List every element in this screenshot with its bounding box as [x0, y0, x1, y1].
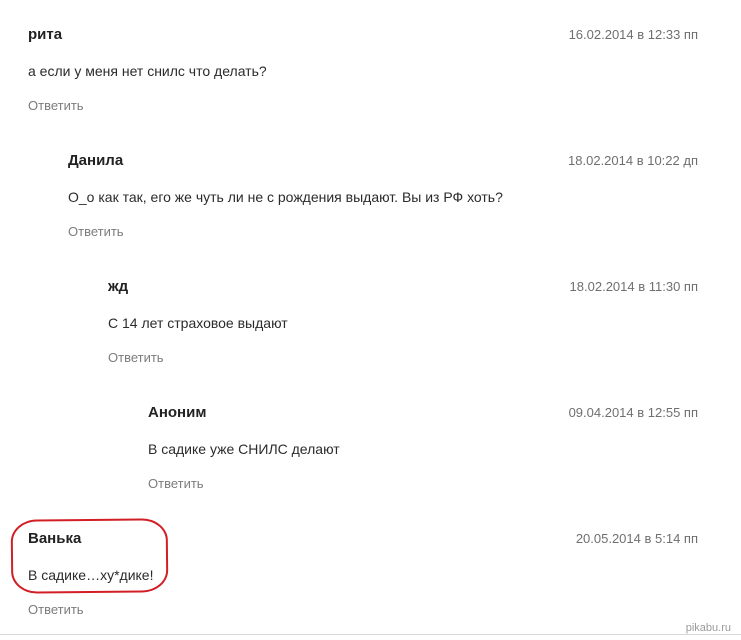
- comment-date: 09.04.2014 в 12:55 пп: [568, 405, 698, 420]
- reply-link[interactable]: Ответить: [28, 98, 84, 114]
- comment-author: Аноним: [148, 404, 207, 421]
- comment-author: Данила: [68, 152, 124, 169]
- comment-date: 16.02.2014 в 12:33 пп: [568, 27, 698, 42]
- comment-author: жд: [108, 278, 129, 295]
- comment-date: 18.02.2014 в 11:30 пп: [569, 279, 698, 294]
- reply-link[interactable]: Ответить: [28, 602, 84, 618]
- reply-link[interactable]: Ответить: [108, 350, 164, 366]
- reply-link[interactable]: Ответить: [148, 476, 204, 492]
- comment-date: 20.05.2014 в 5:14 пп: [575, 531, 698, 546]
- comment-text: О_о как так, его же чуть ли не с рождени…: [68, 189, 503, 205]
- comment-text: а если у меня нет снилс что делать?: [28, 63, 267, 79]
- watermark: pikabu.ru: [683, 622, 733, 634]
- comment-text: С 14 лет страховое выдают: [108, 315, 288, 331]
- reply-link[interactable]: Ответить: [68, 224, 124, 240]
- highlight-circle: [10, 518, 169, 594]
- comment-text: В садике уже СНИЛС делают: [148, 441, 340, 457]
- comment-date: 18.02.2014 в 10:22 дп: [568, 153, 698, 168]
- divider: [0, 634, 741, 635]
- comment-author: рита: [28, 26, 63, 43]
- comments-page: рита 16.02.2014 в 12:33 пп а если у меня…: [0, 0, 741, 640]
